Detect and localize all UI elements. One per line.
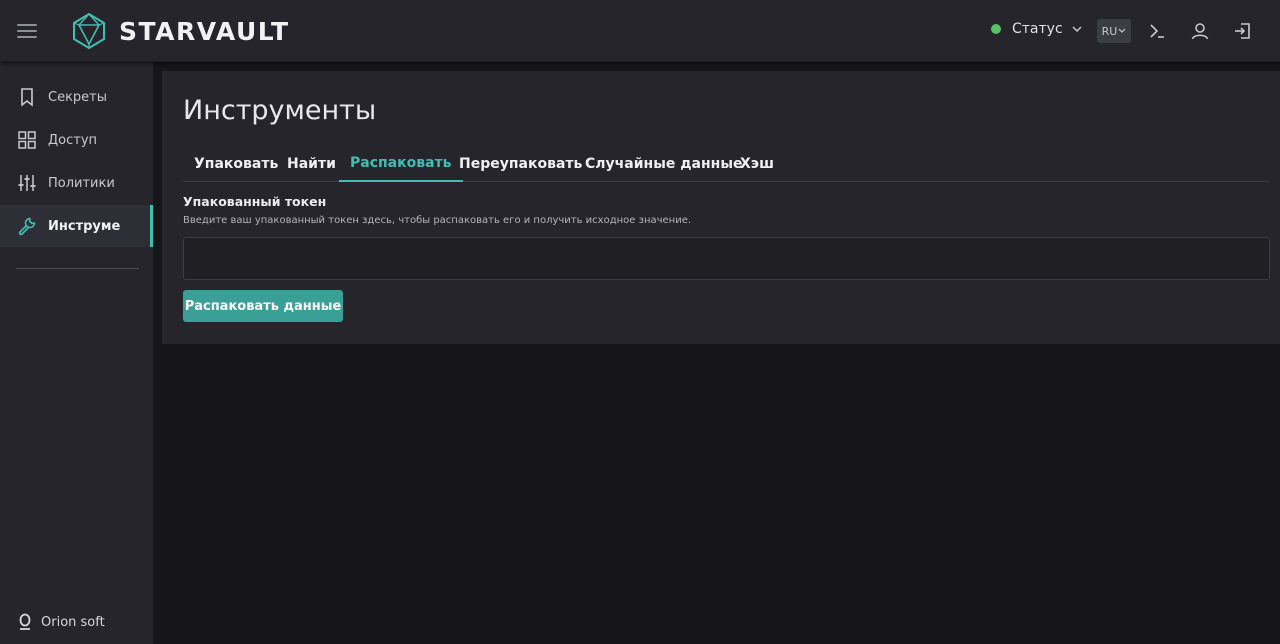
status-dropdown[interactable]: Статус [991,21,1082,37]
logo-icon [73,13,105,49]
sidebar-item-access[interactable]: Доступ [0,119,153,161]
orion-logo-icon [19,613,31,630]
logo[interactable]: STARVAULT [72,13,290,49]
user-icon[interactable] [1189,20,1211,42]
brand-footer: Orion soft [18,613,105,631]
sidebar-item-policies[interactable]: Политики [0,162,153,204]
tab-random[interactable]: Случайные данные [574,145,753,182]
language-label: RU [1101,24,1118,38]
logo-text: STARVAULT [119,16,290,46]
unwrap-data-button[interactable]: Распаковать данные [183,290,343,322]
page-title: Инструменты [183,95,377,126]
tools-tabs: Упаковать Найти Распаковать Переупаковат… [183,145,1269,182]
field-label: Упакованный токен [183,194,327,209]
field-help-text: Введите ваш упакованный токен здесь, что… [183,215,692,226]
status-indicator-dot [991,24,1001,34]
tab-rewrap[interactable]: Переупаковать [448,145,593,182]
tab-unwrap[interactable]: Распаковать [339,145,463,182]
sidebar-item-label: Политики [48,175,115,191]
sidebar-item-label: Инструменты [48,218,120,234]
tab-wrap[interactable]: Упаковать [183,145,289,182]
tab-hash[interactable]: Хэш [729,145,785,182]
sliders-icon [17,173,37,193]
sidebar-item-tools[interactable]: Инструменты [0,205,153,247]
chevron-down-icon [1072,25,1082,32]
wrench-icon [17,216,37,236]
language-selector[interactable]: RU [1097,19,1131,43]
chevron-down-icon [1118,28,1126,33]
status-label: Статус [1012,21,1063,37]
sidebar-item-label: Доступ [48,132,98,148]
grid-icon [17,130,37,150]
brand-footer-label: Orion soft [41,614,105,630]
top-bar: STARVAULT Статус RU [0,0,1280,62]
logout-icon[interactable] [1232,20,1254,42]
sidebar: Секреты Доступ Политики Инструме Orion s… [0,62,153,644]
tools-panel: Инструменты Упаковать Найти Распаковать … [162,71,1280,344]
bookmark-icon [17,87,37,107]
tab-lookup[interactable]: Найти [276,145,347,182]
terminal-icon[interactable] [1146,20,1168,42]
hamburger-menu-icon[interactable] [17,22,37,40]
wrapped-token-input[interactable] [183,237,1270,280]
sidebar-item-secrets[interactable]: Секреты [0,76,153,118]
sidebar-item-label: Секреты [48,89,108,105]
sidebar-divider [16,268,139,269]
